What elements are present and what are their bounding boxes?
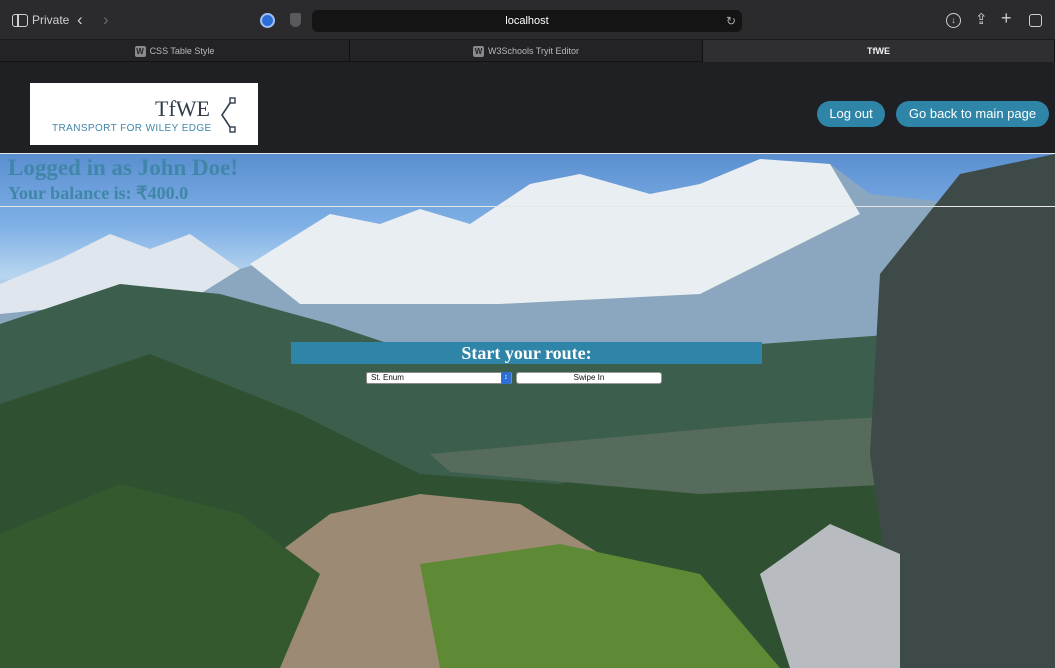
balance-text: Your balance is: ₹400.0: [8, 183, 189, 203]
logged-in-message: Logged in as John Doe!: [8, 155, 239, 180]
tab-tfwe[interactable]: TfWE: [703, 40, 1055, 62]
tab-strip: W CSS Table Style W W3Schools Tryit Editor…: [0, 40, 1055, 62]
w3schools-favicon-icon: W: [134, 46, 146, 58]
tab-overview-icon[interactable]: [1029, 14, 1042, 27]
logo-title: TfWE: [155, 96, 210, 121]
privacy-report-icon[interactable]: [260, 13, 275, 28]
tab-label: CSS Table Style: [149, 46, 215, 56]
address-bar[interactable]: localhost ↻: [312, 10, 742, 32]
main-page-button[interactable]: Go back to main page: [896, 101, 1049, 127]
station-select[interactable]: St. Enum ↕: [366, 372, 512, 384]
url-text: localhost: [505, 15, 549, 27]
logo-subtitle: TRANSPORT FOR WILEY EDGE: [52, 123, 212, 134]
route-mark-icon: [221, 97, 236, 133]
tab-label: W3Schools Tryit Editor: [487, 46, 580, 56]
tab-tryit-editor[interactable]: W W3Schools Tryit Editor: [350, 40, 703, 62]
reload-icon[interactable]: ↻: [726, 10, 736, 32]
w3schools-favicon-icon: W: [472, 46, 484, 58]
private-label: Private: [32, 13, 70, 27]
download-icon[interactable]: ↓: [946, 13, 961, 28]
back-icon[interactable]: ‹: [77, 10, 83, 30]
logout-button[interactable]: Log out: [817, 101, 885, 127]
forward-icon[interactable]: ›: [103, 10, 109, 30]
hero-background-image: [0, 154, 1055, 668]
logo[interactable]: TfWE TRANSPORT FOR WILEY EDGE: [30, 83, 258, 145]
station-select-value: St. Enum: [371, 373, 404, 382]
chevron-down-icon: ↕: [501, 372, 511, 384]
share-icon[interactable]: ⇪: [975, 11, 988, 29]
mountain-train-scene: [0, 154, 1055, 668]
shield-icon[interactable]: [290, 13, 301, 27]
route-heading: Start your route:: [291, 342, 762, 364]
sidebar-toggle-icon[interactable]: [12, 14, 28, 27]
browser-toolbar: Private ‹ › localhost ↻ ↓ ⇪ +: [0, 0, 1055, 40]
new-tab-icon[interactable]: +: [1001, 9, 1012, 27]
status-divider: [0, 206, 1055, 207]
page: TfWE TRANSPORT FOR WILEY EDGE Log out Go…: [0, 62, 1055, 668]
swipe-in-button[interactable]: Swipe In: [516, 372, 662, 384]
tab-css-table-style[interactable]: W CSS Table Style: [0, 40, 350, 62]
site-header: TfWE TRANSPORT FOR WILEY EDGE Log out Go…: [0, 62, 1055, 152]
tab-label: TfWE: [867, 46, 890, 56]
